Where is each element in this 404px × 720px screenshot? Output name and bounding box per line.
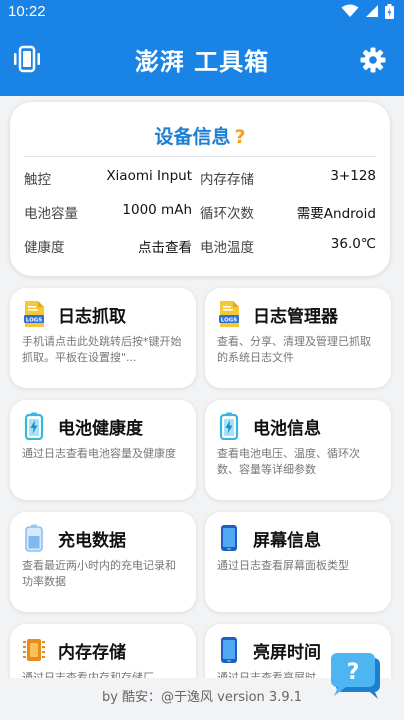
card-title: 亮屏时间	[253, 643, 321, 663]
memory-chip-icon	[23, 639, 45, 661]
signal-icon	[366, 5, 378, 17]
card-battery-info[interactable]: 电池信息 查看电池电压、温度、循环次数、容量等详细参数	[205, 400, 391, 500]
phone-screen-icon	[221, 525, 237, 551]
card-log-manager[interactable]: LOGS 日志管理器 查看、分享、清理及管理已抓取的系统日志文件	[205, 288, 391, 388]
info-cell-storage: 内存存储 3+128	[200, 168, 376, 188]
svg-text:LOGS: LOGS	[26, 317, 42, 323]
battery-status-icon	[385, 3, 394, 19]
info-cell-battery-temp: 电池温度 36.0℃	[200, 236, 376, 256]
card-log-capture[interactable]: LOGS 日志抓取 手机请点击此处跳转后按*键开始抓取。平板在设置搜"...	[10, 288, 196, 388]
card-title: 电池健康度	[58, 419, 143, 439]
divider	[24, 156, 376, 157]
info-key: 循环次数	[200, 206, 254, 222]
info-key: 电池容量	[24, 206, 78, 222]
card-screen-info[interactable]: 屏幕信息 通过日志查看屏幕面板类型	[205, 512, 391, 612]
info-value: 1000 mAh	[122, 202, 192, 218]
info-cell-touch: 触控 Xiaomi Input	[24, 168, 200, 188]
log-file-icon: LOGS	[24, 301, 44, 327]
wifi-icon	[341, 4, 359, 17]
info-value: 需要Android	[296, 206, 376, 222]
info-key: 触控	[24, 172, 51, 188]
info-cell-battery-capacity: 电池容量 1000 mAh	[24, 202, 200, 222]
battery-icon	[24, 412, 44, 440]
log-file-icon: LOGS	[219, 301, 239, 327]
info-key: 内存存储	[200, 172, 254, 188]
battery-charge-icon	[25, 524, 43, 552]
card-charge-data[interactable]: 充电数据 查看最近两小时内的充电记录和功率数据	[10, 512, 196, 612]
info-value: Xiaomi Input	[106, 168, 192, 184]
device-info-title-text: 设备信息	[154, 126, 231, 148]
status-icons	[341, 3, 394, 19]
phone-screen-icon	[221, 637, 237, 663]
card-description: 查看电池电压、温度、循环次数、容量等详细参数	[217, 447, 360, 476]
info-value: 36.0℃	[330, 236, 376, 252]
svg-text:LOGS: LOGS	[221, 317, 237, 323]
status-time: 10:22	[8, 2, 46, 20]
info-key: 健康度	[24, 240, 65, 256]
app-title: 澎湃 工具箱	[134, 47, 270, 76]
card-battery-health[interactable]: 电池健康度 通过日志查看电池容量及健康度	[10, 400, 196, 500]
card-title: 电池信息	[253, 419, 321, 439]
info-cell-cycle-count: 循环次数 需要Android	[200, 202, 376, 222]
card-title: 日志抓取	[58, 307, 126, 327]
card-description: 通过日志查看屏幕面板类型	[217, 559, 349, 572]
card-description: 查看最近两小时内的充电记录和功率数据	[22, 559, 176, 588]
info-row: 触控 Xiaomi Input 内存存储 3+128	[24, 167, 376, 189]
info-value: 3+128	[330, 168, 376, 184]
help-mark: ?	[234, 126, 246, 148]
info-cell-health[interactable]: 健康度 点击查看	[24, 236, 200, 256]
info-row: 电池容量 1000 mAh 循环次数 需要Android	[24, 201, 376, 223]
battery-icon	[219, 412, 239, 440]
card-title: 充电数据	[58, 531, 126, 551]
device-info-title[interactable]: 设备信息?	[10, 122, 390, 149]
card-title: 日志管理器	[253, 307, 338, 327]
card-description: 通过日志查看电池容量及健康度	[22, 447, 176, 460]
help-fab-label: ?	[347, 660, 360, 685]
card-title: 内存存储	[58, 643, 126, 663]
help-chat-icon[interactable]: ?	[330, 652, 382, 700]
app-bar: 澎湃 工具箱	[0, 22, 404, 96]
vibrate-icon[interactable]	[12, 45, 42, 73]
card-title: 屏幕信息	[253, 531, 321, 551]
info-key: 电池温度	[200, 240, 254, 256]
device-info-card: 设备信息? 触控 Xiaomi Input 内存存储 3+128 电池容量 10…	[10, 102, 390, 276]
health-check-link[interactable]: 点击查看	[138, 236, 192, 256]
card-description: 手机请点击此处跳转后按*键开始抓取。平板在设置搜"...	[22, 335, 182, 364]
info-row: 健康度 点击查看 电池温度 36.0℃	[24, 235, 376, 257]
card-description: 查看、分享、清理及管理已抓取的系统日志文件	[217, 335, 371, 364]
gear-icon[interactable]	[360, 47, 386, 73]
status-bar: 10:22	[0, 0, 404, 22]
